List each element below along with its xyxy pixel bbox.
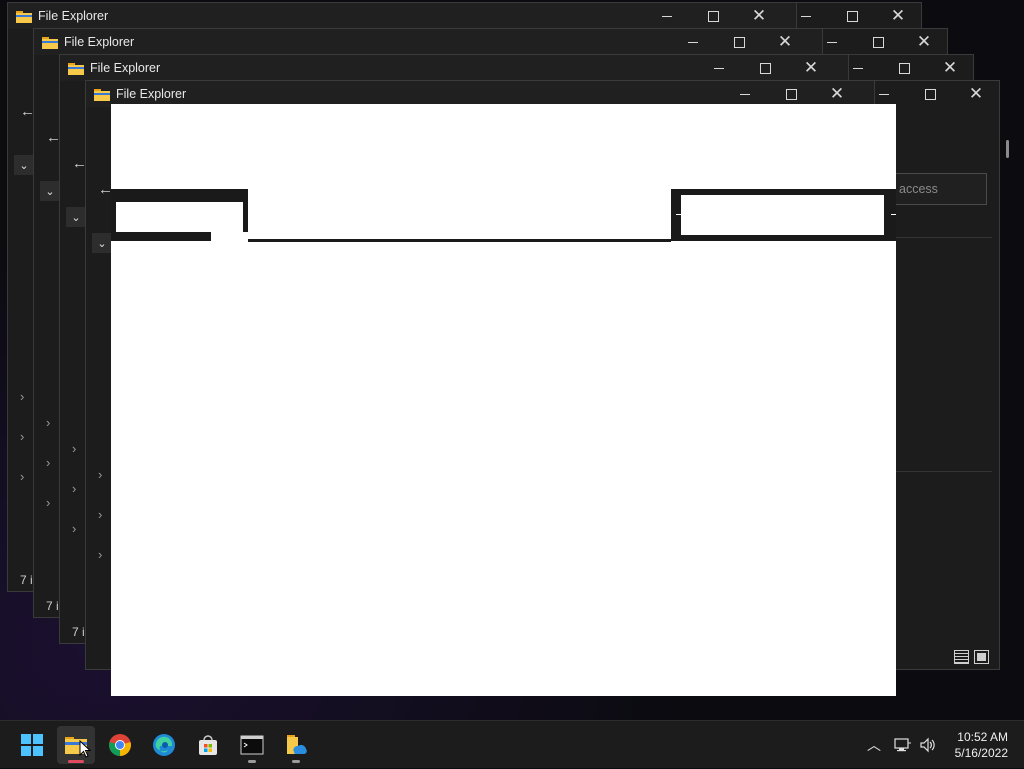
maximize-button[interactable]: [742, 55, 788, 81]
edge-icon: [153, 734, 175, 756]
chevron-right-icon[interactable]: ›: [72, 521, 76, 536]
maximize-button[interactable]: [855, 29, 901, 55]
speaker-icon: [920, 737, 935, 753]
maximize-button[interactable]: [716, 29, 762, 55]
window-title: File Explorer: [38, 9, 109, 23]
chevron-right-icon[interactable]: ›: [46, 455, 50, 470]
close-button[interactable]: ✕: [901, 29, 947, 55]
close-button[interactable]: ✕: [788, 55, 834, 81]
folder-icon: [42, 36, 58, 49]
maximize-button[interactable]: [829, 3, 875, 29]
store-icon: [199, 735, 217, 755]
title-bar[interactable]: File Explorer ✕: [8, 3, 796, 29]
maximize-button[interactable]: [881, 55, 927, 81]
chrome-icon: [109, 734, 131, 756]
clock-date: 5/16/2022: [954, 746, 1008, 760]
chevron-down-icon[interactable]: ⌄: [40, 181, 60, 201]
running-indicator: [292, 760, 300, 763]
status-item-count: 7 i: [72, 625, 85, 639]
start-icon: [21, 734, 43, 756]
close-button[interactable]: ✕: [953, 81, 999, 107]
chevron-right-icon[interactable]: ›: [72, 441, 76, 456]
folder-icon: [94, 88, 110, 101]
taskbar-onedrive-folder[interactable]: [277, 726, 315, 764]
network-button[interactable]: [894, 721, 912, 769]
close-button[interactable]: ✕: [875, 3, 921, 29]
toolbar-fragment-left: [111, 189, 248, 241]
maximize-button[interactable]: [907, 81, 953, 107]
mouse-cursor-icon: [79, 740, 91, 758]
search-placeholder: access: [899, 182, 938, 196]
start-button[interactable]: [13, 726, 51, 764]
details-view-icon[interactable]: [954, 650, 969, 664]
onedrive-folder-icon: [287, 735, 307, 754]
tick-mark: [891, 214, 896, 215]
tiles-view-icon[interactable]: [974, 650, 989, 664]
chevron-right-icon[interactable]: ›: [20, 429, 24, 444]
close-button[interactable]: ✕: [927, 55, 973, 81]
divider: [896, 471, 992, 472]
window-controls: ✕: [670, 29, 808, 55]
maximize-button[interactable]: [690, 3, 736, 29]
scrollbar-thumb[interactable]: [1006, 140, 1009, 158]
title-bar[interactable]: File Explorer ✕: [34, 29, 822, 55]
window-controls: ✕: [809, 29, 947, 55]
active-indicator: [68, 760, 84, 763]
blank-window[interactable]: [111, 104, 896, 696]
window-title: File Explorer: [90, 61, 161, 75]
window-title: File Explorer: [116, 87, 187, 101]
status-item-count: 7 i: [20, 573, 33, 587]
taskbar-file-explorer[interactable]: [57, 726, 95, 764]
window-title: File Explorer: [64, 35, 135, 49]
chevron-down-icon[interactable]: ⌄: [14, 155, 34, 175]
search-field-blank[interactable]: [681, 195, 884, 235]
view-toggle: [954, 650, 989, 664]
taskbar-terminal[interactable]: [233, 726, 271, 764]
close-button[interactable]: ✕: [736, 3, 782, 29]
window-controls: ✕: [783, 3, 921, 29]
search-input[interactable]: access: [888, 173, 987, 205]
chevron-right-icon[interactable]: ›: [98, 507, 102, 522]
folder-icon: [16, 10, 32, 23]
toolbar-notch: [211, 232, 248, 241]
minimize-button[interactable]: [644, 3, 690, 29]
divider: [896, 237, 992, 238]
window-controls: ✕: [696, 55, 834, 81]
taskbar: ︿ 10:52 AM 5/16/2022: [0, 720, 1024, 768]
chevron-right-icon[interactable]: ›: [46, 495, 50, 510]
show-hidden-icons-button[interactable]: ︿: [867, 721, 881, 769]
network-icon: [894, 738, 911, 752]
chevron-right-icon[interactable]: ›: [20, 389, 24, 404]
taskbar-store[interactable]: [189, 726, 227, 764]
terminal-icon: [240, 735, 264, 755]
chevron-down-icon[interactable]: ⌄: [66, 207, 86, 227]
taskbar-edge[interactable]: [145, 726, 183, 764]
chevron-right-icon[interactable]: ›: [98, 467, 102, 482]
chevron-right-icon[interactable]: ›: [98, 547, 102, 562]
title-bar[interactable]: File Explorer ✕: [60, 55, 848, 81]
taskbar-chrome[interactable]: [101, 726, 139, 764]
toolbar-fragment-right: [671, 189, 896, 241]
running-indicator: [248, 760, 256, 763]
chevron-right-icon[interactable]: ›: [20, 469, 24, 484]
volume-button[interactable]: [919, 721, 937, 769]
status-item-count: 7 i: [46, 599, 59, 613]
window-controls: ✕: [644, 3, 782, 29]
chevron-right-icon[interactable]: ›: [46, 415, 50, 430]
window-controls: ✕: [835, 55, 973, 81]
clock[interactable]: 10:52 AM 5/16/2022: [955, 729, 1008, 761]
close-button[interactable]: ✕: [762, 29, 808, 55]
toolbar-underline: [248, 239, 671, 242]
chevron-right-icon[interactable]: ›: [72, 481, 76, 496]
chevron-up-icon: ︿: [867, 737, 881, 753]
minimize-button[interactable]: [696, 55, 742, 81]
toolbar-blank-area: [116, 202, 243, 232]
chevron-down-icon[interactable]: ⌄: [92, 233, 112, 253]
desktop: ✕ ✕ ✕ ✕ File Explorer ✕ ← ⌄ › › › 7 i Fi…: [0, 0, 1024, 720]
minimize-button[interactable]: [670, 29, 716, 55]
clock-time: 10:52 AM: [957, 730, 1008, 744]
folder-icon: [68, 62, 84, 75]
